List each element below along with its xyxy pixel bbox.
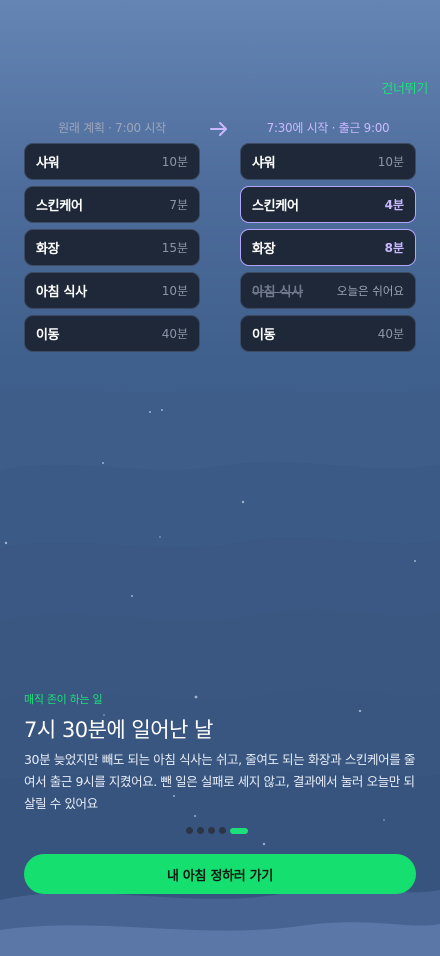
- page-dot[interactable]: [197, 827, 204, 834]
- page-indicator: [186, 827, 248, 834]
- adjusted-task-list: 샤워 10분 스킨케어 4분 화장 8분 아침 식사 오늘은 쉬어요 이동 40…: [240, 143, 416, 358]
- task-duration: 7분: [169, 198, 188, 212]
- task-name: 이동: [252, 328, 276, 343]
- description: 30분 늦었지만 빼도 되는 아침 식사는 쉬고, 줄여도 되는 화장과 스킨케…: [24, 752, 415, 811]
- task-duration: 40분: [377, 327, 404, 341]
- skip-button[interactable]: 건너뛰기: [381, 78, 428, 97]
- task-duration: 10분: [377, 155, 404, 169]
- adjusted-task-skincare: 스킨케어 4분: [240, 186, 416, 223]
- arrow-right-icon: [210, 122, 227, 136]
- task-duration: 40분: [161, 327, 188, 341]
- task-duration: 15분: [161, 241, 188, 255]
- adjusted-task-commute: 이동 40분: [240, 315, 416, 352]
- task-duration: 4분: [384, 198, 404, 212]
- task-duration: 10분: [161, 284, 188, 298]
- adjusted-task-makeup: 화장 8분: [240, 229, 416, 266]
- adjusted-task-breakfast: 아침 식사 오늘은 쉬어요: [240, 272, 416, 309]
- task-duration: 10분: [161, 155, 188, 169]
- original-task-breakfast: 아침 식사 10분: [24, 272, 200, 309]
- task-name: 아침 식사: [36, 285, 87, 300]
- task-name: 화장: [36, 242, 60, 257]
- page-title: 7시 30분에 일어난 날: [24, 718, 213, 742]
- page-dot-active[interactable]: [230, 827, 248, 834]
- original-task-shower: 샤워 10분: [24, 143, 200, 180]
- original-task-skincare: 스킨케어 7분: [24, 186, 200, 223]
- page-dot[interactable]: [219, 827, 226, 834]
- original-task-list: 샤워 10분 스킨케어 7분 화장 15분 아침 식사 10분 이동 40분: [24, 143, 200, 358]
- task-name: 이동: [36, 328, 60, 343]
- original-task-commute: 이동 40분: [24, 315, 200, 352]
- task-name: 화장: [252, 242, 276, 257]
- start-setup-button[interactable]: 내 아침 정하러 가기: [24, 854, 416, 894]
- task-name: 아침 식사: [252, 285, 303, 300]
- task-skip-note: 오늘은 쉬어요: [336, 283, 404, 298]
- task-duration: 8분: [384, 241, 404, 255]
- adjusted-task-shower: 샤워 10분: [240, 143, 416, 180]
- page-dot[interactable]: [208, 827, 215, 834]
- section-eyebrow: 매직 존이 하는 일: [24, 693, 103, 706]
- page-dot[interactable]: [186, 827, 193, 834]
- original-task-makeup: 화장 15분: [24, 229, 200, 266]
- adjusted-plan-header: 7:30에 시작 · 출근 9:00: [266, 121, 390, 135]
- original-plan-header: 원래 계획 · 7:00 시작: [58, 121, 166, 135]
- task-name: 샤워: [36, 156, 60, 171]
- task-name: 스킨케어: [36, 199, 83, 214]
- task-name: 샤워: [252, 156, 276, 171]
- task-name: 스킨케어: [252, 199, 299, 214]
